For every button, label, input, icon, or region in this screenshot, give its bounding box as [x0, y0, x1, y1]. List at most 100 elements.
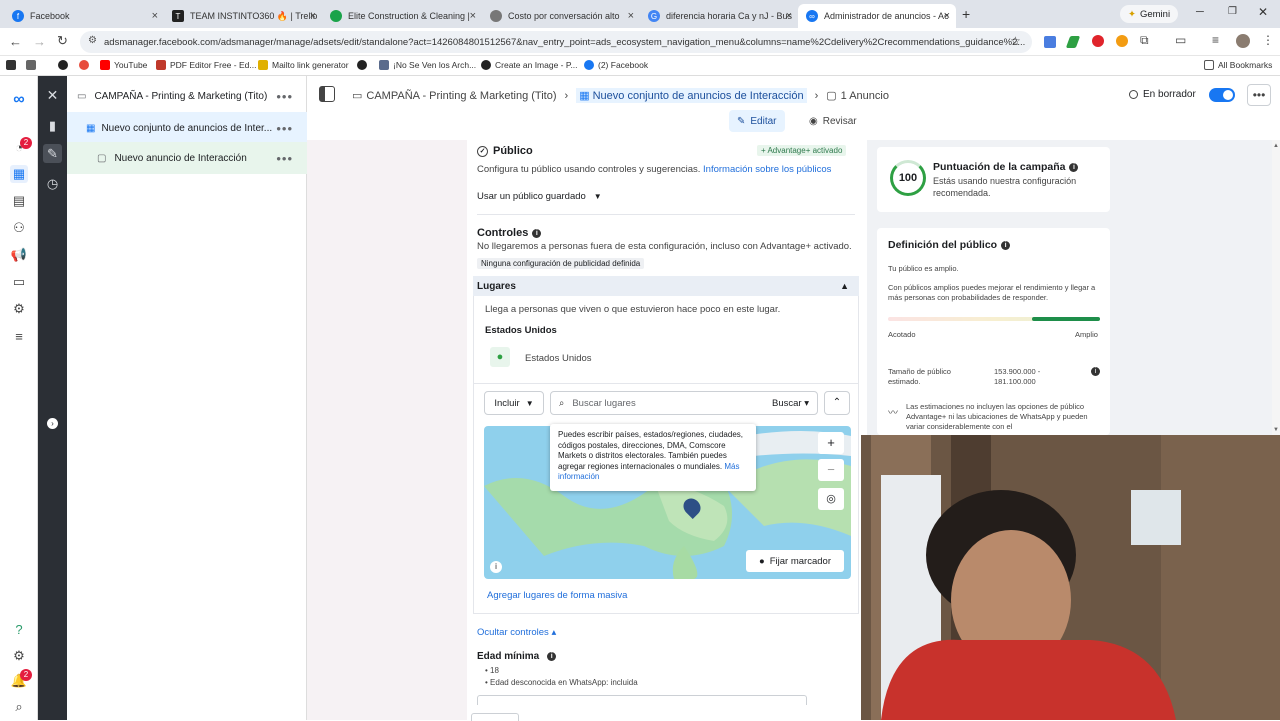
audience-info-link[interactable]: Información sobre los públicos	[703, 164, 831, 175]
search-icon[interactable]: ⌕	[10, 698, 28, 716]
bulk-places-link[interactable]: Agregar lugares de forma masiva	[487, 590, 627, 601]
address-bar[interactable]: ⚙ adsmanager.facebook.com/adsmanager/mana…	[80, 31, 1032, 53]
tree-adset[interactable]: ▦ Nuevo conjunto de anuncios de Inter... •…	[67, 112, 307, 144]
bookmark-youtube[interactable]: YouTube	[100, 60, 147, 70]
bookmark-item[interactable]	[79, 60, 93, 70]
edit-tab[interactable]: ✎ Editar	[729, 110, 785, 132]
site-info-icon[interactable]: ⚙	[88, 35, 97, 46]
collapse-search-button[interactable]: ⌃	[824, 391, 850, 415]
breadcrumb-campaign[interactable]: CAMPAÑA - Printing & Marketing (Tito)	[366, 90, 556, 102]
bookmark-github[interactable]	[58, 60, 72, 70]
bookmark-no-se-ven[interactable]: ¡No Se Ven los Arch...	[379, 60, 476, 70]
help-icon[interactable]: ?	[10, 620, 28, 638]
saved-audience-dropdown[interactable]: Usar un público guardado ▼	[477, 191, 602, 202]
selected-country[interactable]: Estados Unidos	[525, 353, 592, 364]
tab-facebook[interactable]: f Facebook ×	[4, 4, 164, 28]
more-icon[interactable]: •••	[276, 89, 293, 104]
reports-icon[interactable]: ▤	[10, 192, 28, 210]
more-options-button[interactable]: •••	[1247, 84, 1271, 106]
expand-icon[interactable]: ›	[47, 418, 58, 429]
extensions-icon[interactable]: ⧉	[1140, 33, 1149, 48]
settings-icon[interactable]: ⚙	[10, 647, 28, 665]
gemini-button[interactable]: ✦ Gemini	[1120, 5, 1179, 23]
breadcrumb-adset[interactable]: ▦ Nuevo conjunto de anuncios de Interacci…	[576, 88, 807, 103]
reload-icon[interactable]: ↻	[57, 33, 68, 49]
more-icon[interactable]: •••	[276, 121, 293, 136]
profile-avatar[interactable]	[1236, 34, 1250, 48]
close-icon[interactable]: ×	[786, 10, 792, 22]
bookmark-create-image[interactable]: Create an Image - P...	[481, 60, 578, 70]
edit-pencil-icon[interactable]: ✎	[43, 144, 62, 163]
close-editor-icon[interactable]: ✕	[43, 86, 62, 105]
close-icon[interactable]: ×	[152, 10, 158, 22]
close-icon[interactable]: ×	[628, 10, 634, 22]
tree-campaign[interactable]: ▭ CAMPAÑA - Printing & Marketing (Tito) ••…	[67, 80, 307, 112]
status-toggle[interactable]	[1209, 88, 1235, 102]
info-icon[interactable]: i	[1091, 367, 1100, 376]
bookmark-pdf-editor[interactable]: PDF Editor Free - Ed...	[156, 60, 256, 70]
new-tab-button[interactable]: +	[962, 6, 970, 22]
chart-icon[interactable]: ▮	[43, 116, 62, 135]
pin-marker-button[interactable]: ● Fijar marcador	[746, 550, 844, 572]
include-dropdown[interactable]: Incluir ▼	[484, 391, 544, 415]
tab-trello[interactable]: T TEAM INSTINTO360 🔥 | Trello ×	[164, 4, 322, 28]
locate-icon[interactable]: ◎	[818, 488, 844, 510]
all-bookmarks[interactable]: All Bookmarks	[1204, 60, 1272, 70]
extension-red-icon[interactable]	[1092, 35, 1104, 47]
tab-elite[interactable]: Elite Construction & Cleaning | ×	[322, 4, 482, 28]
extension-pen-icon[interactable]	[1065, 36, 1081, 48]
close-icon[interactable]: ×	[944, 10, 950, 22]
meta-logo-icon[interactable]: ∞	[10, 91, 28, 109]
chevron-right-icon: ›	[564, 89, 569, 102]
zoom-in-button[interactable]: +	[818, 432, 844, 454]
forward-icon[interactable]: →	[33, 34, 46, 49]
menu-icon[interactable]: ⋮	[1262, 33, 1274, 47]
age-dropdown[interactable]	[477, 695, 807, 705]
review-tab[interactable]: ◉ Revisar	[801, 110, 865, 132]
minimize-button[interactable]: ─	[1196, 6, 1204, 18]
business-settings-icon[interactable]: ⚙	[10, 300, 28, 318]
tab-ads-manager[interactable]: ∞ Administrador de anuncios - Ac ×	[798, 4, 956, 28]
more-icon[interactable]: •••	[276, 151, 293, 166]
tab-google[interactable]: Gdiferencia horaria Ca y nJ - Bus ×	[640, 4, 798, 28]
scrollbar[interactable]: ▲ ▼	[1272, 140, 1280, 435]
breadcrumb-ads[interactable]: 1 Anuncio	[841, 90, 889, 102]
audiences-icon[interactable]: ⚇	[10, 219, 28, 237]
translate-icon[interactable]	[1044, 36, 1056, 48]
back-icon[interactable]: ←	[9, 34, 22, 49]
all-tools-icon[interactable]: ≡	[10, 327, 28, 345]
bookmark-facebook[interactable]: (2) Facebook	[584, 60, 648, 70]
bookmark-star-icon[interactable]: ☆	[1010, 34, 1021, 48]
billing-icon[interactable]: ▭	[10, 273, 28, 291]
places-header[interactable]: Lugares ▲	[473, 276, 859, 296]
draft-status: En borrador	[1129, 89, 1196, 100]
info-icon[interactable]: i	[532, 228, 542, 238]
history-icon[interactable]: ◷	[43, 174, 62, 193]
restore-button[interactable]: ❐	[1228, 6, 1237, 17]
close-icon[interactable]: ×	[310, 10, 316, 22]
sidepanel-icon[interactable]: ▭	[1175, 33, 1186, 47]
extension-orange-icon[interactable]	[1116, 35, 1128, 47]
zoom-out-button[interactable]: −	[818, 459, 844, 481]
close-window-button[interactable]: ✕	[1258, 5, 1268, 19]
apps-icon[interactable]	[6, 60, 20, 70]
tree-ad[interactable]: ▢ Nuevo anuncio de Interacción •••	[67, 142, 307, 174]
info-icon[interactable]: i	[1001, 240, 1011, 250]
tab-costo[interactable]: Costo por conversación alto ×	[482, 4, 640, 28]
campaigns-table-icon[interactable]: ▦	[10, 165, 28, 183]
hide-controls-link[interactable]: Ocultar controles ▴	[477, 627, 556, 638]
close-icon[interactable]: ×	[470, 10, 476, 22]
megaphone-icon[interactable]: 📢	[10, 246, 28, 264]
bookmark-item[interactable]	[357, 60, 371, 70]
search-type-dropdown[interactable]: Buscar ▾	[772, 398, 809, 409]
bookmark-mailto[interactable]: Mailto link generator	[258, 60, 349, 70]
info-icon[interactable]: i	[1069, 162, 1079, 172]
grid-icon[interactable]	[26, 60, 40, 70]
info-icon[interactable]: i	[547, 652, 557, 661]
places-search-input[interactable]: ⌕ Buscar lugares Buscar ▾	[550, 391, 818, 415]
media-icon[interactable]: ≡	[1212, 33, 1219, 47]
chevron-up-icon[interactable]: ▲	[840, 281, 849, 291]
info-icon[interactable]: i	[490, 561, 502, 573]
eye-icon: ◉	[809, 115, 818, 127]
toggle-panel-icon[interactable]	[319, 86, 335, 102]
